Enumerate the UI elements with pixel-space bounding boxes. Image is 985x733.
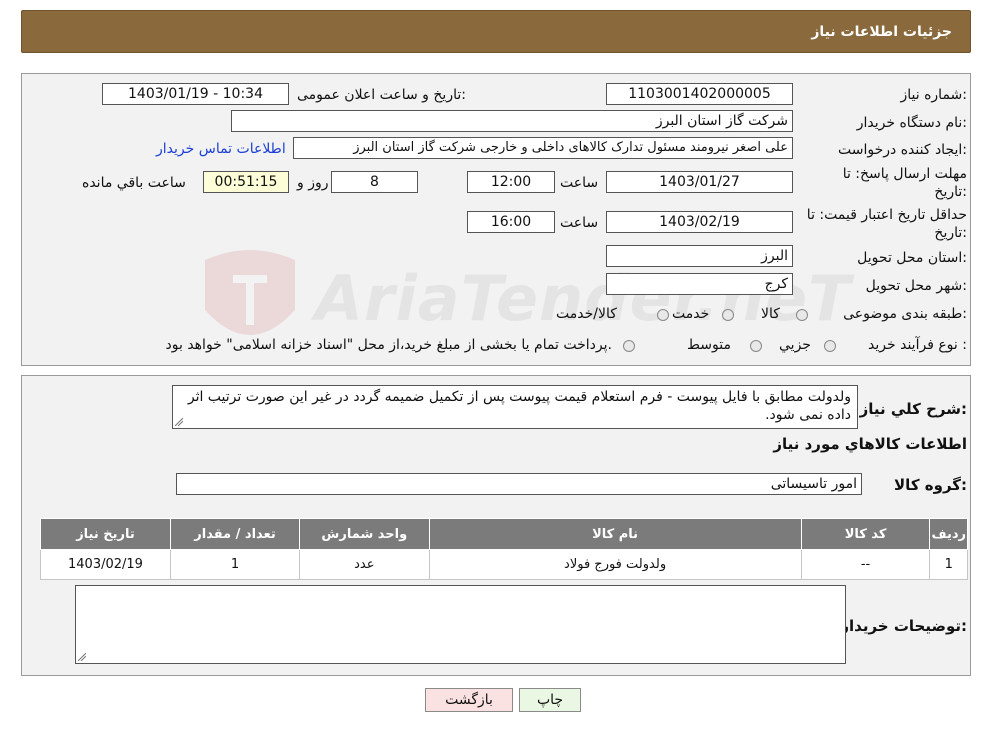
days-label: روز و bbox=[297, 175, 329, 191]
deadline-label-date: تاریخ: bbox=[934, 184, 967, 200]
treasury-note: پرداخت تمام یا بخشی از مبلغ خرید،از محل … bbox=[165, 337, 612, 353]
requester-label: ایجاد کننده درخواست: bbox=[838, 142, 967, 158]
category-goods-service-radio[interactable] bbox=[657, 309, 669, 321]
purchase-minor-radio[interactable] bbox=[824, 340, 836, 352]
category-service-radio[interactable] bbox=[722, 309, 734, 321]
purchase-type-label: نوع فرآیند خرید : bbox=[868, 337, 967, 353]
purchase-minor-label: جزیي bbox=[779, 337, 811, 353]
cell-quantity: 1 bbox=[169, 549, 301, 580]
validity-label: حداقل تاریخ اعتبار قیمت: تا bbox=[806, 207, 967, 223]
col-code: کد کالا bbox=[800, 518, 931, 550]
description-textarea[interactable]: ولدولت مطابق با فایل پیوست - فرم استعلام… bbox=[172, 385, 858, 429]
buyer-contact-link[interactable]: اطلاعات تماس خریدار bbox=[156, 141, 286, 157]
description-text: ولدولت مطابق با فایل پیوست - فرم استعلام… bbox=[187, 389, 851, 423]
goods-section-title: اطلاعات کالاهاي مورد نياز bbox=[773, 435, 967, 453]
deadline-time-label: ساعت bbox=[560, 175, 599, 191]
col-date: تاریخ نیاز bbox=[40, 518, 171, 550]
requester-field[interactable]: علی اصغر نیرومند مسئول تدارک کالاهای داخ… bbox=[293, 137, 793, 159]
deadline-label: مهلت ارسال پاسخ: تا bbox=[842, 166, 967, 182]
remaining-label: ساعت باقي مانده bbox=[82, 175, 186, 191]
goods-table: رديف کد کالا نام کالا واحد شمارش تعداد /… bbox=[40, 518, 968, 580]
validity-time-field[interactable]: 16:00 bbox=[467, 211, 555, 233]
category-goods-label: کالا bbox=[761, 306, 780, 322]
col-unit: واحد شمارش bbox=[299, 518, 430, 550]
announce-datetime-label: تاریخ و ساعت اعلان عمومی: bbox=[297, 87, 466, 103]
goods-group-label: گروه کالا: bbox=[894, 476, 967, 494]
province-field[interactable]: البرز bbox=[606, 245, 793, 267]
table-row[interactable]: 1 -- ولدولت فورج فولاد عدد 1 1403/02/19 bbox=[40, 549, 968, 580]
cell-name: ولدولت فورج فولاد bbox=[428, 549, 802, 580]
treasury-radio[interactable] bbox=[623, 340, 635, 352]
buyer-org-label: نام دستگاه خریدار: bbox=[856, 115, 967, 131]
need-number-label: شماره نیاز: bbox=[900, 87, 967, 103]
buyer-org-field[interactable]: شرکت گاز استان البرز bbox=[231, 110, 793, 132]
announce-datetime-field[interactable]: 1403/01/19 - 10:34 bbox=[102, 83, 289, 105]
page-header: جزئیات اطلاعات نیاز bbox=[21, 10, 971, 53]
resize-grip-icon[interactable] bbox=[175, 418, 183, 426]
goods-table-header: رديف کد کالا نام کالا واحد شمارش تعداد /… bbox=[40, 518, 968, 550]
category-service-label: خدمت bbox=[672, 306, 710, 322]
province-label: استان محل تحویل: bbox=[857, 250, 967, 266]
purchase-medium-radio[interactable] bbox=[750, 340, 762, 352]
goods-group-field[interactable]: امور تاسیساتی bbox=[176, 473, 862, 495]
city-label: شهر محل تحویل: bbox=[865, 278, 967, 294]
buyer-notes-label: توضیحات خریدار: bbox=[840, 617, 967, 635]
col-name: نام کالا bbox=[428, 518, 802, 550]
cell-unit: عدد bbox=[299, 549, 430, 580]
resize-grip-icon[interactable] bbox=[78, 653, 86, 661]
category-label: طبقه بندی موضوعی: bbox=[843, 306, 967, 322]
cell-code: -- bbox=[800, 549, 931, 580]
need-number-field[interactable]: 1103001402000005 bbox=[606, 83, 793, 105]
validity-date-field[interactable]: 1403/02/19 bbox=[606, 211, 793, 233]
col-quantity: تعداد / مقدار bbox=[169, 518, 301, 550]
back-button[interactable]: بازگشت bbox=[425, 688, 513, 712]
category-goods-service-label: کالا/خدمت bbox=[556, 306, 617, 322]
remaining-time-field[interactable]: 00:51:15 bbox=[203, 171, 289, 193]
description-label: شرح کلي نياز: bbox=[859, 400, 967, 418]
buyer-notes-text bbox=[76, 586, 845, 590]
validity-label-date: تاریخ: bbox=[934, 225, 967, 241]
col-row: رديف bbox=[929, 518, 968, 550]
buyer-notes-textarea[interactable] bbox=[75, 585, 846, 664]
page-title: جزئیات اطلاعات نیاز bbox=[811, 24, 952, 40]
deadline-date-field[interactable]: 1403/01/27 bbox=[606, 171, 793, 193]
purchase-medium-label: متوسط bbox=[687, 337, 731, 353]
deadline-time-field[interactable]: 12:00 bbox=[467, 171, 555, 193]
cell-row: 1 bbox=[929, 549, 968, 580]
validity-time-label: ساعت bbox=[560, 215, 599, 231]
cell-date: 1403/02/19 bbox=[40, 549, 171, 580]
category-goods-radio[interactable] bbox=[796, 309, 808, 321]
city-field[interactable]: کرج bbox=[606, 273, 793, 295]
print-button[interactable]: چاپ bbox=[519, 688, 581, 712]
deadline-days-field[interactable]: 8 bbox=[331, 171, 418, 193]
